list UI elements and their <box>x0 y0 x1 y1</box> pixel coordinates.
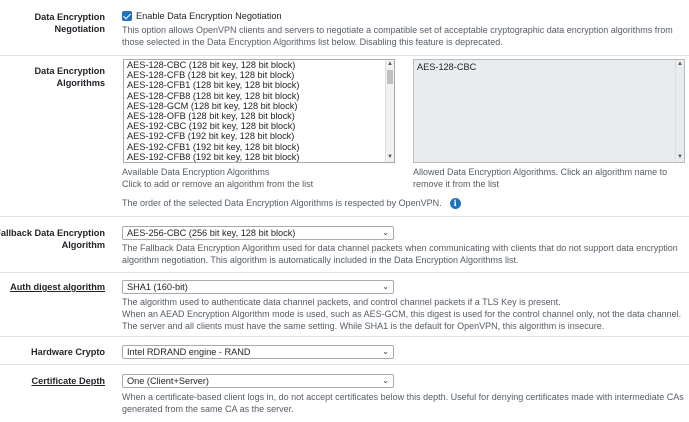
available-algorithms-scrollbar[interactable]: ▲ ▼ <box>385 60 394 162</box>
selected-algorithms-list[interactable]: AES-128-CBC ▲ ▼ <box>413 59 685 163</box>
encryption-negotiation-label: Data Encryption Negotiation <box>34 12 105 34</box>
certificate-depth-value: One (Client+Server) <box>127 376 209 386</box>
available-algorithms-help-1: Available Data Encryption Algorithms <box>122 167 270 177</box>
hardware-crypto-value: Intel RDRAND engine - RAND <box>127 347 251 357</box>
info-icon[interactable]: i <box>449 198 461 210</box>
fallback-algorithm-select[interactable]: AES-256-CBC (256 bit key, 128 bit block)… <box>122 226 394 240</box>
selected-algorithms-help: Allowed Data Encryption Algorithms. Clic… <box>413 167 668 189</box>
available-algorithm-option[interactable]: AES-128-CFB (128 bit key, 128 bit block) <box>124 70 394 80</box>
hardware-crypto-label: Hardware Crypto <box>30 347 105 357</box>
auth-digest-select[interactable]: SHA1 (160-bit) ⌄ <box>122 280 394 294</box>
row-hardware-crypto: Hardware Crypto Intel RDRAND engine - RA… <box>0 337 689 365</box>
chevron-down-icon: ⌄ <box>382 282 389 291</box>
selected-algorithms-scrollbar[interactable]: ▲ ▼ <box>675 60 684 162</box>
certificate-depth-help: When a certificate-based client logs in,… <box>122 392 684 414</box>
scroll-up-icon[interactable]: ▲ <box>676 60 684 69</box>
row-encryption-algorithms: Data Encryption Algorithms AES-128-CBC (… <box>0 56 689 217</box>
certificate-depth-select[interactable]: One (Client+Server) ⌄ <box>122 374 394 388</box>
algorithm-order-note: The order of the selected Data Encryptio… <box>122 198 684 210</box>
available-algorithm-option[interactable]: AES-128-CFB1 (128 bit key, 128 bit block… <box>124 80 394 90</box>
hardware-crypto-select[interactable]: Intel RDRAND engine - RAND ⌄ <box>122 345 394 359</box>
available-algorithms-list[interactable]: AES-128-CBC (128 bit key, 128 bit block)… <box>123 59 395 163</box>
selected-algorithm-option[interactable]: AES-128-CBC <box>414 62 684 72</box>
algorithm-order-note-text: The order of the selected Data Encryptio… <box>122 198 442 208</box>
available-algorithms-help-2: Click to add or remove an algorithm from… <box>122 179 314 189</box>
chevron-down-icon: ⌄ <box>382 228 389 237</box>
available-algorithms-items: AES-128-CBC (128 bit key, 128 bit block)… <box>124 60 394 162</box>
scroll-down-icon[interactable]: ▼ <box>676 153 684 162</box>
available-algorithm-option[interactable]: AES-192-CFB8 (192 bit key, 128 bit block… <box>124 152 394 162</box>
row-certificate-depth: Certificate Depth One (Client+Server) ⌄ … <box>0 365 689 422</box>
check-icon[interactable] <box>122 11 132 21</box>
row-auth-digest: Auth digest algorithm SHA1 (160-bit) ⌄ T… <box>0 273 689 337</box>
encryption-negotiation-toggle[interactable]: Enable Data Encryption Negotiation <box>122 10 282 22</box>
certificate-depth-label[interactable]: Certificate Depth <box>0 375 105 387</box>
row-encryption-negotiation: Data Encryption Negotiation Enable Data … <box>0 0 689 56</box>
fallback-algorithm-label: Fallback Data Encryption Algorithm <box>0 228 105 250</box>
auth-digest-help-2: When an AEAD Encryption Algorithm mode i… <box>122 309 682 319</box>
available-algorithm-option[interactable]: AES-192-CFB (192 bit key, 128 bit block) <box>124 131 394 141</box>
encryption-negotiation-help: This option allows OpenVPN clients and s… <box>122 25 673 47</box>
scroll-up-icon[interactable]: ▲ <box>386 60 394 69</box>
row-fallback-algorithm: Fallback Data Encryption Algorithm AES-2… <box>0 217 689 273</box>
available-algorithm-option[interactable]: AES-128-OFB (128 bit key, 128 bit block) <box>124 111 394 121</box>
auth-digest-help-3: The server and all clients must have the… <box>122 321 605 331</box>
available-algorithm-option[interactable]: AES-192-CFB1 (192 bit key, 128 bit block… <box>124 142 394 152</box>
auth-digest-value: SHA1 (160-bit) <box>127 282 188 292</box>
chevron-down-icon: ⌄ <box>382 376 389 385</box>
auth-digest-help-1: The algorithm used to authenticate data … <box>122 297 561 307</box>
selected-algorithms-items: AES-128-CBC <box>414 60 684 72</box>
fallback-algorithm-help: The Fallback Data Encryption Algorithm u… <box>122 243 678 265</box>
chevron-down-icon: ⌄ <box>382 347 389 356</box>
available-algorithm-option[interactable]: AES-192-CBC (192 bit key, 128 bit block) <box>124 121 394 131</box>
encryption-negotiation-checkbox-label[interactable]: Enable Data Encryption Negotiation <box>136 11 282 21</box>
scroll-down-icon[interactable]: ▼ <box>386 153 394 162</box>
fallback-algorithm-value: AES-256-CBC (256 bit key, 128 bit block) <box>127 228 296 238</box>
encryption-algorithms-label: Data Encryption Algorithms <box>34 66 105 88</box>
available-algorithm-option[interactable]: AES-128-CFB8 (128 bit key, 128 bit block… <box>124 91 394 101</box>
auth-digest-label[interactable]: Auth digest algorithm <box>0 281 105 293</box>
available-algorithm-option[interactable]: AES-128-GCM (128 bit key, 128 bit block) <box>124 101 394 111</box>
available-algorithm-option[interactable]: AES-128-CBC (128 bit key, 128 bit block) <box>124 60 394 70</box>
scrollbar-thumb[interactable] <box>387 70 393 84</box>
